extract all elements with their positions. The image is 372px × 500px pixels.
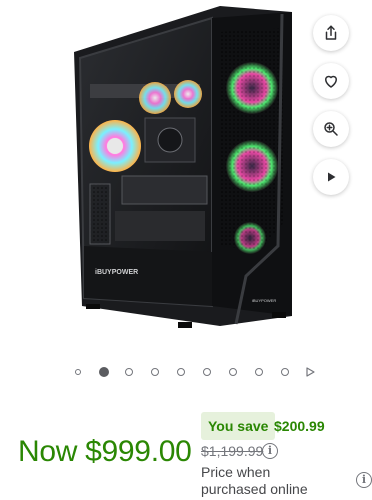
product-image[interactable]: iBUYPOWER iBUYPOWER: [60, 6, 310, 331]
play-video-button[interactable]: [313, 159, 349, 195]
case-brand-logo: iBUYPOWER: [95, 269, 138, 276]
was-price: $1,199.99: [201, 443, 264, 459]
carousel-dot[interactable]: [75, 369, 81, 375]
share-icon: [325, 25, 337, 40]
zoom-in-icon: [324, 122, 338, 136]
carousel-dot[interactable]: [281, 368, 289, 376]
carousel-dot[interactable]: [255, 368, 263, 376]
carousel-dot[interactable]: [229, 368, 237, 376]
carousel-dot[interactable]: [203, 368, 211, 376]
carousel-dot[interactable]: [151, 368, 159, 376]
carousel-dot[interactable]: [177, 368, 185, 376]
you-save-badge: You save: [201, 412, 276, 440]
current-price: Now $999.00: [18, 435, 192, 468]
play-icon: [328, 172, 336, 182]
carousel-video-play-icon[interactable]: [305, 367, 315, 377]
price-note-info-icon[interactable]: i: [356, 472, 372, 488]
share-button[interactable]: [313, 15, 349, 51]
carousel-dot[interactable]: [125, 368, 133, 376]
svg-text:iBUYPOWER: iBUYPOWER: [252, 298, 276, 303]
save-amount: $200.99: [274, 418, 325, 434]
zoom-button[interactable]: [313, 111, 349, 147]
carousel-dot-active[interactable]: [99, 367, 109, 377]
was-price-info-icon[interactable]: i: [262, 443, 278, 459]
price-note: Price when purchased online: [201, 464, 308, 497]
favorite-button[interactable]: [313, 63, 349, 99]
image-carousel-indicator: [0, 364, 372, 380]
heart-icon: [325, 75, 337, 88]
